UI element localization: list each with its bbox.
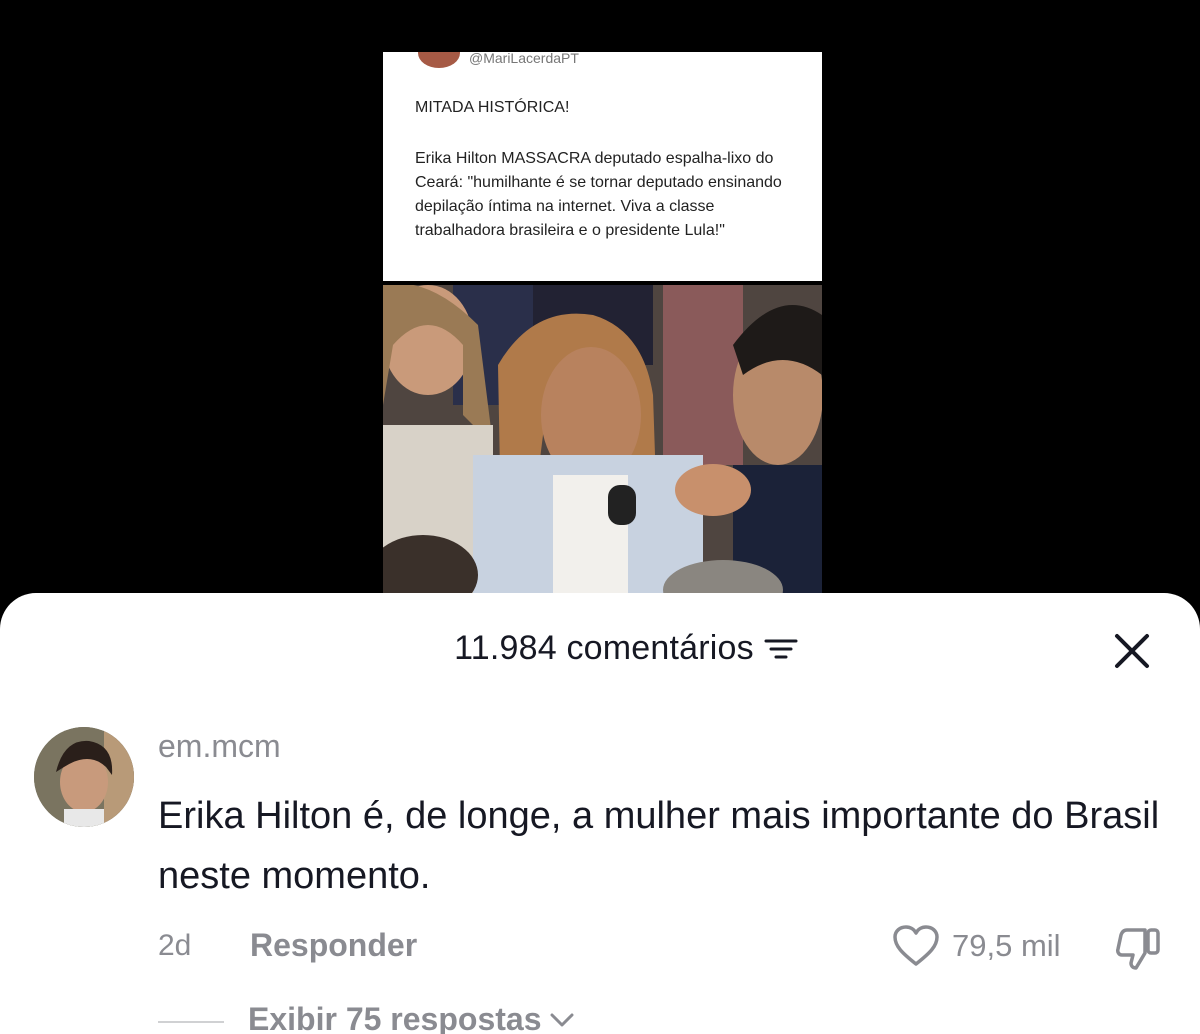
comment-item: em.mcm Erika Hilton é, de longe, a mulhe…	[0, 723, 1200, 1034]
like-count: 79,5 mil	[952, 928, 1061, 963]
like-button[interactable]: 79,5 mil	[892, 925, 1061, 967]
replies-divider	[158, 1021, 224, 1023]
video-frame-image	[383, 285, 822, 600]
comments-sheet: 11.984 comentários em.mcm Erika Hilton é…	[0, 593, 1200, 1034]
heart-outline-icon	[893, 925, 939, 966]
comments-count-wrap: 11.984 comentários	[0, 629, 1200, 668]
view-replies-label: Exibir 75 respostas	[248, 1001, 542, 1034]
tweet-headline: MITADA HISTÓRICA!	[415, 99, 570, 116]
tweet-body: Erika Hilton MASSACRA deputado espalha-l…	[415, 150, 782, 239]
close-icon[interactable]	[1113, 632, 1151, 670]
embedded-tweet-card: @MariLacerdaPT MITADA HISTÓRICA! Erika H…	[383, 52, 822, 281]
filter-lines-icon[interactable]	[764, 636, 798, 662]
comment-time: 2d	[158, 929, 192, 962]
view-replies-button[interactable]: Exibir 75 respostas	[248, 1001, 575, 1034]
video-player[interactable]: @MariLacerdaPT MITADA HISTÓRICA! Erika H…	[0, 0, 1200, 600]
tweet-avatar	[418, 52, 460, 68]
avatar[interactable]	[34, 727, 134, 827]
comments-header: 11.984 comentários	[0, 593, 1200, 713]
comments-count: 11.984 comentários	[454, 629, 754, 667]
thumbs-down-icon[interactable]	[1115, 927, 1161, 971]
tweet-handle: @MariLacerdaPT	[469, 52, 579, 66]
comment-username[interactable]: em.mcm	[158, 728, 281, 765]
chevron-down-icon	[550, 1013, 574, 1026]
comment-text: Erika Hilton é, de longe, a mulher mais …	[158, 795, 1160, 897]
reply-button[interactable]: Responder	[250, 927, 417, 964]
